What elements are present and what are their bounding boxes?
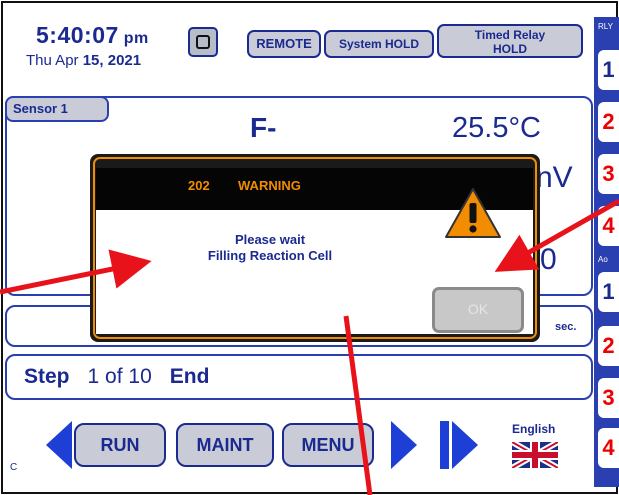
previous-arrow-icon[interactable] (46, 421, 72, 469)
warning-message: Please wait Filling Reaction Cell (207, 232, 333, 263)
relay-3-tab[interactable]: 3 (598, 154, 619, 194)
fast-forward-icon[interactable] (440, 421, 500, 469)
ao-label: Ao (598, 255, 608, 264)
warning-code: 202 (188, 178, 210, 193)
warning-triangle-icon (445, 188, 501, 238)
relay-1-tab[interactable]: 1 (598, 50, 619, 90)
mv-readout-fragment: nV (536, 161, 573, 194)
ao-4-tab[interactable]: 4 (598, 428, 619, 468)
temperature-readout: 25.5°C (452, 112, 541, 144)
clock-date: Thu Apr 15, 2021 (26, 52, 142, 69)
rly-label: RLY (598, 22, 613, 31)
ok-button[interactable]: OK (432, 287, 524, 333)
ao-2-tab[interactable]: 2 (598, 326, 619, 366)
step-indicator: Step 1 of 10 End (24, 365, 210, 388)
clock-time: 5:40:07 pm (36, 22, 149, 48)
square-icon (196, 35, 210, 49)
timed-relay-hold-button[interactable]: Timed Relay HOLD (437, 24, 583, 58)
system-hold-button[interactable]: System HOLD (324, 30, 434, 58)
stop-square-button[interactable] (188, 27, 218, 57)
relay-2-tab[interactable]: 2 (598, 102, 619, 142)
corner-label: C (10, 462, 18, 473)
ion-label: F- (250, 112, 277, 143)
relay-4-tab[interactable]: 4 (598, 206, 619, 246)
ao-1-tab[interactable]: 1 (598, 272, 619, 312)
remote-button[interactable]: REMOTE (247, 30, 321, 58)
seconds-unit: sec. (555, 321, 577, 333)
sensor-tab[interactable]: Sensor 1 (5, 96, 109, 122)
run-button[interactable]: RUN (74, 423, 166, 467)
warning-title: WARNING (238, 178, 301, 193)
ao-3-tab[interactable]: 3 (598, 378, 619, 418)
value-readout-fragment: 0 (540, 243, 557, 276)
maint-button[interactable]: MAINT (176, 423, 274, 467)
uk-flag-icon[interactable] (512, 442, 558, 468)
next-arrow-icon[interactable] (391, 421, 417, 469)
menu-button[interactable]: MENU (282, 423, 374, 467)
language-label: English (512, 422, 556, 436)
